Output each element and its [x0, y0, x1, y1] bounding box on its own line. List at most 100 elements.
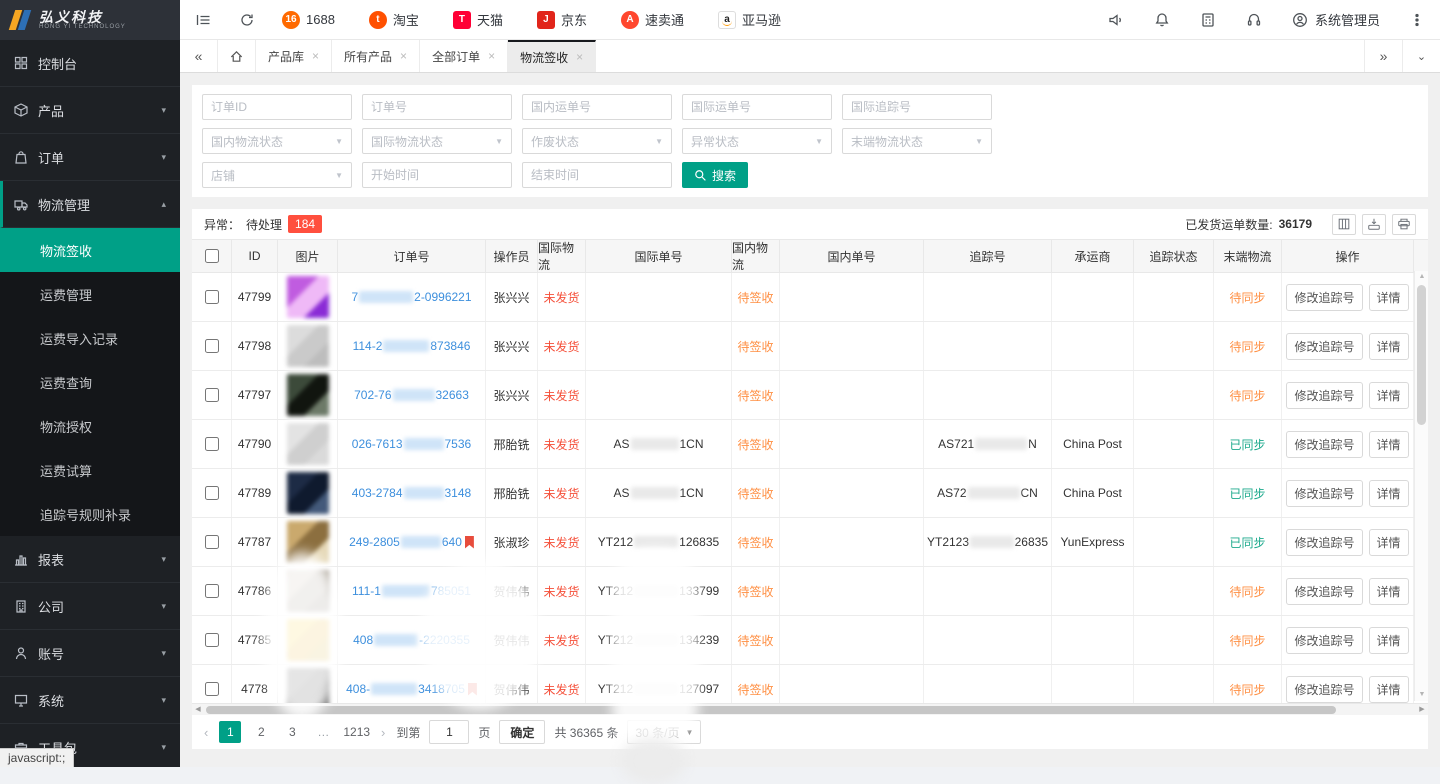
edit-tracking-button[interactable]: 修改追踪号 [1286, 529, 1362, 556]
product-thumbnail[interactable] [287, 570, 329, 612]
platform-速卖通[interactable]: A速卖通 [621, 10, 684, 29]
row-checkbox[interactable] [205, 535, 219, 549]
detail-button[interactable]: 详情 [1369, 529, 1409, 556]
filter-select[interactable]: 异常状态▼ [682, 128, 832, 154]
edit-tracking-button[interactable]: 修改追踪号 [1286, 431, 1362, 458]
goto-confirm-button[interactable]: 确定 [499, 720, 545, 744]
collapse-sidebar-icon[interactable] [194, 11, 212, 29]
vertical-scroll-thumb[interactable] [1417, 285, 1426, 425]
scroll-up-icon[interactable]: ▲ [1415, 271, 1429, 283]
home-tab[interactable] [218, 40, 256, 72]
row-checkbox[interactable] [205, 388, 219, 402]
row-checkbox[interactable] [205, 339, 219, 353]
calculator-icon[interactable] [1199, 11, 1217, 29]
order-number-link[interactable]: 408-2220355 [338, 616, 486, 664]
order-number-link[interactable]: 72-0996221 [338, 273, 486, 321]
platform-天猫[interactable]: T天猫 [453, 10, 503, 29]
filter-input[interactable] [202, 94, 352, 120]
horizontal-scrollbar[interactable]: ◀ ▶ [192, 703, 1428, 715]
tabs-menu-icon[interactable]: ⌄ [1402, 40, 1440, 72]
select-all-checkbox[interactable] [205, 249, 219, 263]
sidebar-subitem[interactable]: 物流签收 [0, 228, 180, 272]
platform-京东[interactable]: J京东 [537, 10, 587, 29]
page-button-1[interactable]: 1 [219, 721, 241, 743]
scroll-left-icon[interactable]: ◀ [192, 704, 204, 716]
filter-input[interactable] [682, 94, 832, 120]
close-icon[interactable]: × [576, 50, 583, 64]
more-dots-icon[interactable] [1408, 11, 1426, 29]
detail-button[interactable]: 详情 [1369, 382, 1409, 409]
detail-button[interactable]: 详情 [1369, 676, 1409, 703]
refresh-icon[interactable] [238, 11, 256, 29]
admin-user[interactable]: 系统管理员 [1291, 10, 1380, 29]
service-icon[interactable] [1245, 11, 1263, 29]
order-number-link[interactable]: 249-2805640 [338, 518, 486, 566]
sidebar-item-3[interactable]: 物流管理▴ [0, 181, 180, 228]
product-thumbnail[interactable] [287, 521, 329, 563]
edit-tracking-button[interactable]: 修改追踪号 [1286, 382, 1362, 409]
product-thumbnail[interactable] [287, 619, 329, 661]
filter-select[interactable]: 店铺▼ [202, 162, 352, 188]
edit-tracking-button[interactable]: 修改追踪号 [1286, 676, 1362, 703]
edit-tracking-button[interactable]: 修改追踪号 [1286, 480, 1362, 507]
close-icon[interactable]: × [312, 49, 319, 63]
product-thumbnail[interactable] [287, 276, 329, 318]
product-thumbnail[interactable] [287, 325, 329, 367]
export-button[interactable] [1362, 214, 1386, 235]
bell-icon[interactable] [1153, 11, 1171, 29]
column-settings-button[interactable] [1332, 214, 1356, 235]
sidebar-item-6[interactable]: 账号▾ [0, 630, 180, 677]
tab-所有产品[interactable]: 所有产品× [332, 40, 420, 72]
page-button-2[interactable]: 2 [250, 721, 272, 743]
tab-全部订单[interactable]: 全部订单× [420, 40, 508, 72]
close-icon[interactable]: × [400, 49, 407, 63]
edit-tracking-button[interactable]: 修改追踪号 [1286, 578, 1362, 605]
sidebar-item-5[interactable]: 公司▾ [0, 583, 180, 630]
sidebar-item-1[interactable]: 产品▾ [0, 87, 180, 134]
edit-tracking-button[interactable]: 修改追踪号 [1286, 284, 1362, 311]
product-thumbnail[interactable] [287, 472, 329, 514]
sidebar-item-4[interactable]: 报表▾ [0, 536, 180, 583]
sidebar-item-2[interactable]: 订单▾ [0, 134, 180, 181]
detail-button[interactable]: 详情 [1369, 431, 1409, 458]
sidebar-subitem[interactable]: 运费查询 [0, 360, 180, 404]
order-number-link[interactable]: 114-2873846 [338, 322, 486, 370]
tabs-scroll-right-icon[interactable]: » [1364, 40, 1402, 72]
filter-select[interactable]: 国际物流状态▼ [362, 128, 512, 154]
row-checkbox[interactable] [205, 486, 219, 500]
filter-input[interactable] [842, 94, 992, 120]
detail-button[interactable]: 详情 [1369, 333, 1409, 360]
pending-count-badge[interactable]: 184 [288, 215, 322, 233]
sidebar-item-0[interactable]: 控制台 [0, 40, 180, 87]
goto-page-input[interactable] [429, 720, 469, 744]
detail-button[interactable]: 详情 [1369, 284, 1409, 311]
page-button-1213[interactable]: 1213 [343, 721, 370, 743]
close-icon[interactable]: × [488, 49, 495, 63]
filter-input[interactable] [522, 162, 672, 188]
product-thumbnail[interactable] [287, 423, 329, 465]
row-checkbox[interactable] [205, 633, 219, 647]
sidebar-subitem[interactable]: 运费试算 [0, 448, 180, 492]
filter-input[interactable] [362, 162, 512, 188]
product-thumbnail[interactable] [287, 668, 329, 703]
search-button[interactable]: 搜索 [682, 162, 748, 188]
sidebar-subitem[interactable]: 运费导入记录 [0, 316, 180, 360]
tab-产品库[interactable]: 产品库× [256, 40, 332, 72]
row-checkbox[interactable] [205, 584, 219, 598]
scroll-down-icon[interactable]: ▼ [1415, 689, 1429, 701]
platform-1688[interactable]: 161688 [282, 11, 335, 29]
sidebar-item-7[interactable]: 系统▾ [0, 677, 180, 724]
page-button-3[interactable]: 3 [281, 721, 303, 743]
vertical-scrollbar[interactable]: ▲ ▼ [1414, 271, 1428, 701]
prev-page-icon[interactable]: ‹ [202, 725, 210, 740]
order-number-link[interactable]: 403-27843148 [338, 469, 486, 517]
horizontal-scroll-thumb[interactable] [206, 706, 1336, 714]
order-number-link[interactable]: 111-1785051 [338, 567, 486, 615]
platform-淘宝[interactable]: t淘宝 [369, 10, 419, 29]
filter-select[interactable]: 国内物流状态▼ [202, 128, 352, 154]
detail-button[interactable]: 详情 [1369, 480, 1409, 507]
order-number-link[interactable]: 026-76137536 [338, 420, 486, 468]
scroll-right-icon[interactable]: ▶ [1416, 704, 1428, 716]
announce-icon[interactable] [1107, 11, 1125, 29]
order-number-link[interactable]: 702-7632663 [338, 371, 486, 419]
